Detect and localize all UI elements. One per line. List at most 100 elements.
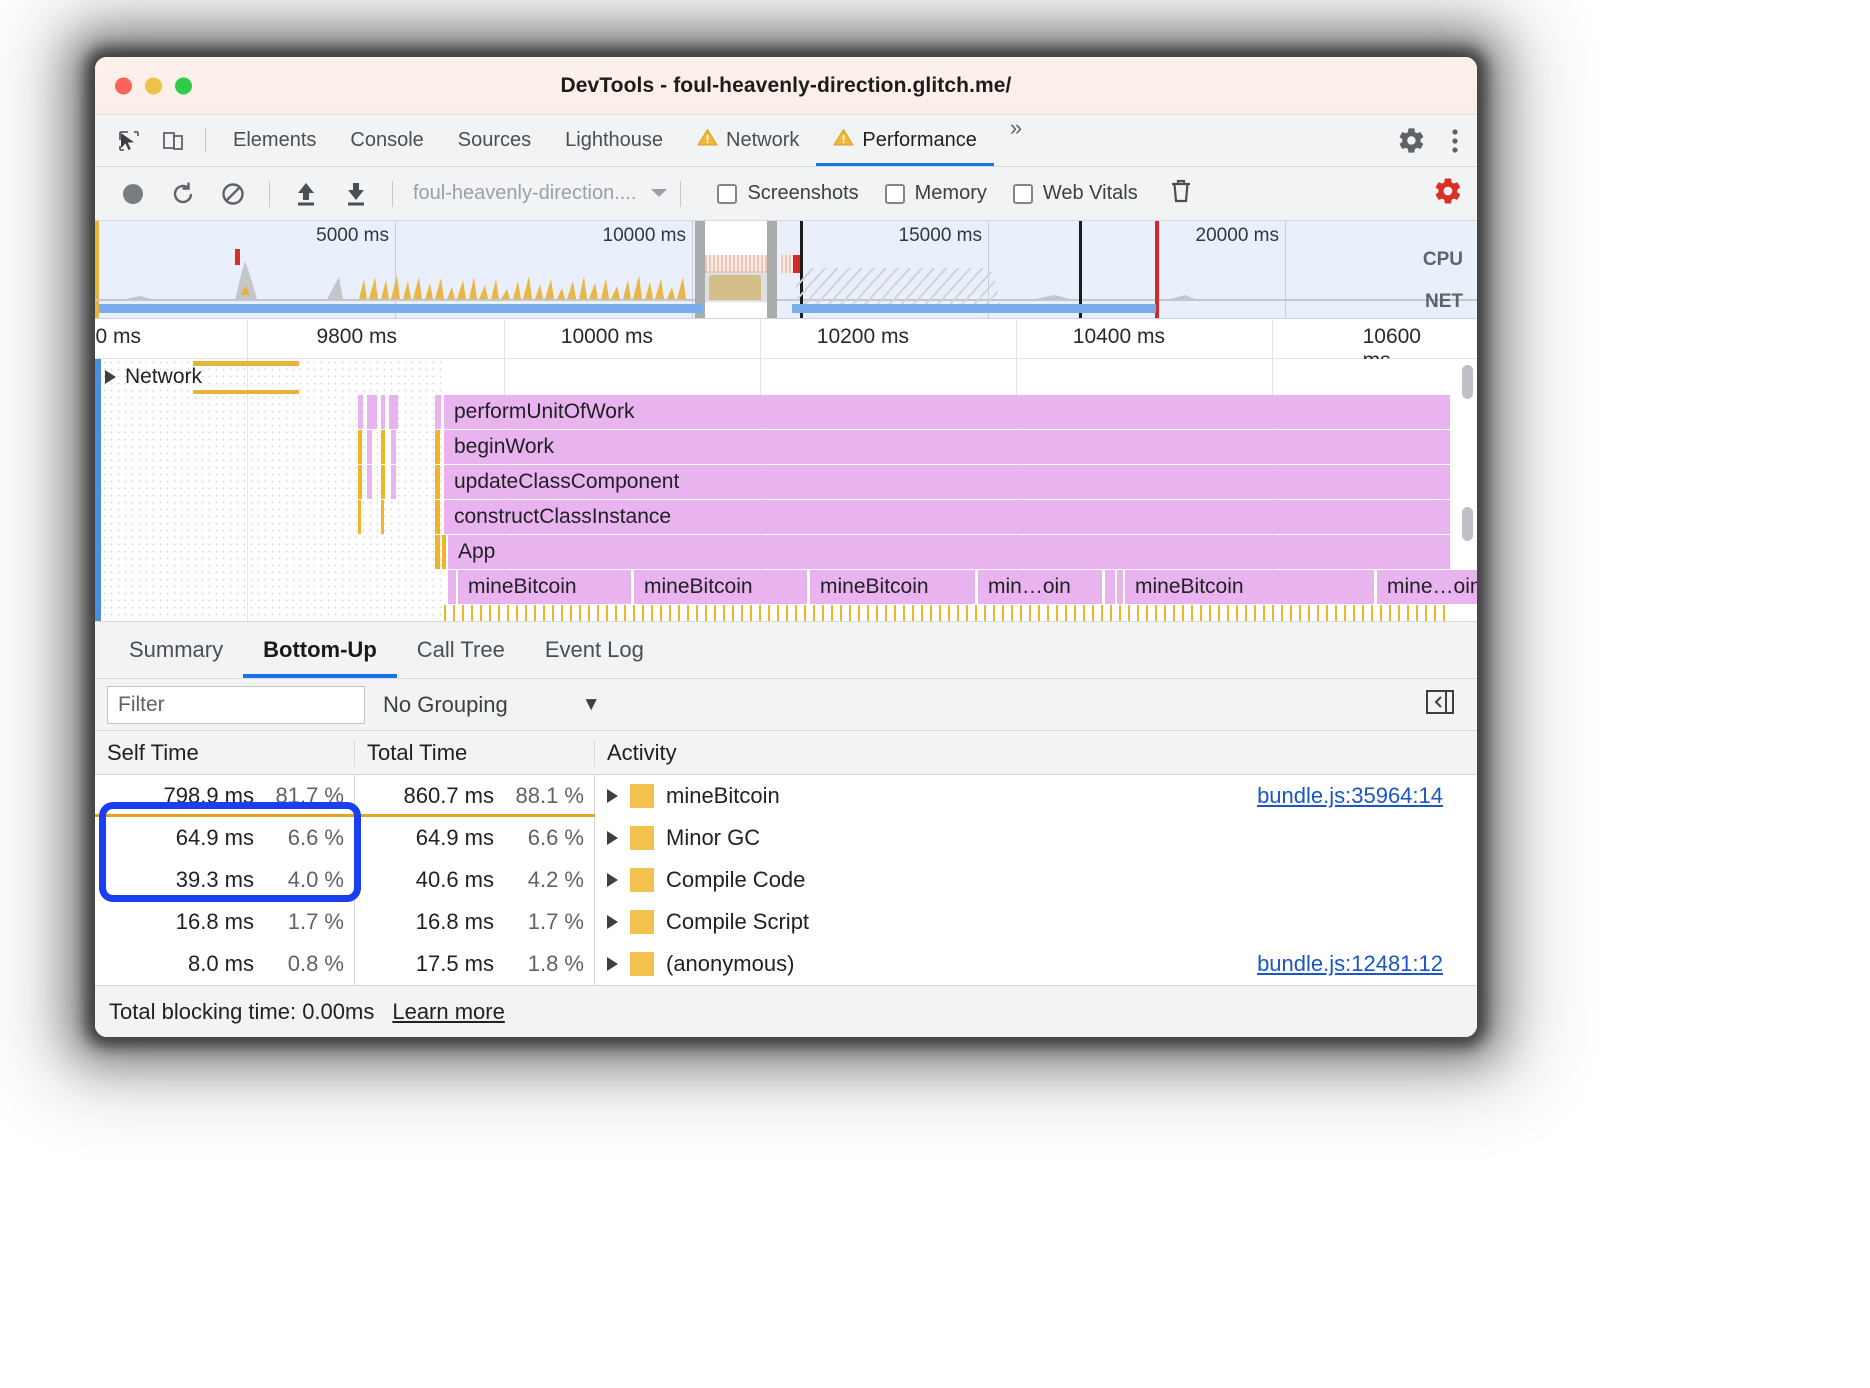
- flame-sliver-yellow[interactable]: [435, 465, 440, 499]
- expand-triangle-icon[interactable]: [607, 957, 618, 971]
- table-row[interactable]: 16.8 ms 1.7 % 16.8 ms 1.7 % Compile Script: [95, 901, 1477, 943]
- tab-summary[interactable]: Summary: [109, 622, 243, 678]
- tab-elements[interactable]: Elements: [216, 115, 333, 166]
- table-row[interactable]: 64.9 ms 6.6 % 64.9 ms 6.6 % Minor GC: [95, 817, 1477, 859]
- timeline-overview[interactable]: 5000 ms 10000 ms 15000 ms 20000 ms CPU N…: [95, 221, 1477, 319]
- flame-block[interactable]: mine…oin: [1377, 570, 1477, 604]
- flame-sliver-yellow[interactable]: [381, 465, 385, 499]
- flamechart-row: constructClassInstance: [95, 500, 1477, 535]
- flamechart-microtask-row[interactable]: [444, 605, 1451, 621]
- checkbox-memory[interactable]: Memory: [884, 182, 987, 205]
- flame-sliver-yellow[interactable]: [358, 430, 362, 464]
- inspect-icon[interactable]: [107, 115, 151, 166]
- flame-block[interactable]: min…oin: [978, 570, 1103, 604]
- network-track-header[interactable]: Network: [95, 359, 1477, 395]
- collapse-sidebar-icon[interactable]: [1425, 689, 1455, 720]
- expand-triangle-icon[interactable]: [607, 789, 618, 803]
- trash-icon[interactable]: [1168, 177, 1194, 210]
- record-icon[interactable]: [109, 174, 157, 214]
- capture-settings-gear-icon[interactable]: [1433, 176, 1463, 211]
- expand-triangle-icon[interactable]: [607, 831, 618, 845]
- activity-color-swatch: [630, 910, 654, 934]
- learn-more-link[interactable]: Learn more: [392, 999, 505, 1025]
- flame-sliver-yellow[interactable]: [442, 535, 446, 569]
- flame-block[interactable]: beginWork: [444, 430, 1451, 464]
- grouping-dropdown[interactable]: No Grouping ▼: [383, 692, 601, 718]
- maximize-window-button[interactable]: [175, 77, 192, 94]
- flame-sliver[interactable]: [389, 395, 398, 429]
- flame-block[interactable]: mineBitcoin: [810, 570, 976, 604]
- flame-sliver[interactable]: [391, 430, 396, 464]
- profile-selector[interactable]: foul-heavenly-direction....: [405, 182, 668, 205]
- flame-block[interactable]: mineBitcoin: [1125, 570, 1375, 604]
- checkbox-screenshots-box[interactable]: [717, 183, 738, 204]
- column-header-activity[interactable]: Activity: [595, 740, 1477, 766]
- flame-sliver[interactable]: [1117, 570, 1123, 604]
- flame-sliver-yellow[interactable]: [358, 500, 361, 534]
- flame-block[interactable]: performUnitOfWork: [444, 395, 1451, 429]
- expand-triangle-icon[interactable]: [607, 873, 618, 887]
- checkbox-memory-box[interactable]: [884, 183, 905, 204]
- clear-icon[interactable]: [209, 174, 257, 214]
- self-time-value: 798.9 ms: [163, 783, 255, 808]
- flame-sliver[interactable]: [1105, 570, 1115, 604]
- tab-event-log[interactable]: Event Log: [525, 622, 664, 678]
- tab-sources[interactable]: Sources: [441, 115, 548, 166]
- tab-console[interactable]: Console: [333, 115, 440, 166]
- flame-sliver[interactable]: [435, 395, 441, 429]
- flame-block[interactable]: App: [448, 535, 1451, 569]
- source-link[interactable]: bundle.js:12481:12: [1257, 951, 1443, 977]
- flame-sliver[interactable]: [391, 465, 396, 499]
- tab-performance[interactable]: Performance: [816, 115, 994, 166]
- expand-triangle-icon[interactable]: [105, 370, 116, 384]
- tab-network[interactable]: Network: [680, 115, 816, 166]
- flame-sliver-yellow[interactable]: [381, 430, 385, 464]
- checkbox-web-vitals[interactable]: Web Vitals: [1012, 182, 1138, 205]
- traffic-lights: [115, 77, 192, 94]
- device-toolbar-icon[interactable]: [151, 115, 195, 166]
- flame-sliver-yellow[interactable]: [358, 465, 362, 499]
- tab-call-tree[interactable]: Call Tree: [397, 622, 525, 678]
- source-link[interactable]: bundle.js:35964:14: [1257, 783, 1443, 809]
- gear-icon[interactable]: [1389, 126, 1433, 155]
- close-window-button[interactable]: [115, 77, 132, 94]
- upload-profile-icon[interactable]: [282, 174, 330, 214]
- flame-block[interactable]: updateClassComponent: [444, 465, 1451, 499]
- table-row[interactable]: 39.3 ms 4.0 % 40.6 ms 4.2 % Compile Code: [95, 859, 1477, 901]
- table-row[interactable]: 8.0 ms 0.8 % 17.5 ms 1.8 % (anonymous) bundle…: [95, 943, 1477, 985]
- flamechart[interactable]: Network performUnitOfWork beginWork upda…: [95, 359, 1477, 621]
- checkbox-screenshots[interactable]: Screenshots: [717, 182, 859, 205]
- flame-sliver-yellow[interactable]: [435, 430, 440, 464]
- selection-handle-right[interactable]: [767, 221, 777, 318]
- flame-sliver-yellow[interactable]: [381, 500, 384, 534]
- minimize-window-button[interactable]: [145, 77, 162, 94]
- column-header-total-time[interactable]: Total Time: [355, 739, 595, 766]
- flame-sliver[interactable]: [367, 465, 372, 499]
- kebab-menu-icon[interactable]: [1433, 128, 1477, 154]
- checkbox-web-vitals-box[interactable]: [1012, 183, 1033, 204]
- expand-triangle-icon[interactable]: [607, 915, 618, 929]
- flame-block[interactable]: mineBitcoin: [634, 570, 808, 604]
- flamechart-scrollbar-thumb[interactable]: [1462, 507, 1473, 541]
- flame-sliver[interactable]: [358, 395, 363, 429]
- activity-color-swatch: [630, 784, 654, 808]
- flame-sliver[interactable]: [367, 395, 377, 429]
- flame-sliver[interactable]: [381, 395, 385, 429]
- flame-sliver-yellow[interactable]: [435, 500, 440, 534]
- tab-bottom-up[interactable]: Bottom-Up: [243, 622, 397, 678]
- filter-input[interactable]: [107, 685, 365, 724]
- download-profile-icon[interactable]: [332, 174, 380, 214]
- flame-sliver-yellow[interactable]: [435, 535, 440, 569]
- more-tabs-button[interactable]: »: [994, 115, 1038, 166]
- overview-selection-window[interactable]: [695, 221, 777, 318]
- flame-block[interactable]: constructClassInstance: [444, 500, 1451, 534]
- column-header-self-time[interactable]: Self Time: [95, 739, 355, 766]
- bottom-up-table-body[interactable]: 798.9 ms 81.7 % 860.7 ms 88.1 % mineBitcoin b…: [95, 775, 1477, 985]
- tab-lighthouse[interactable]: Lighthouse: [548, 115, 680, 166]
- flame-sliver[interactable]: [448, 570, 456, 604]
- flame-block[interactable]: mineBitcoin: [458, 570, 632, 604]
- reload-and-record-icon[interactable]: [159, 174, 207, 214]
- flame-sliver[interactable]: [367, 430, 372, 464]
- flamechart-scrollbar-thumb-top[interactable]: [1462, 365, 1473, 399]
- table-row[interactable]: 798.9 ms 81.7 % 860.7 ms 88.1 % mineBitcoin b…: [95, 775, 1477, 817]
